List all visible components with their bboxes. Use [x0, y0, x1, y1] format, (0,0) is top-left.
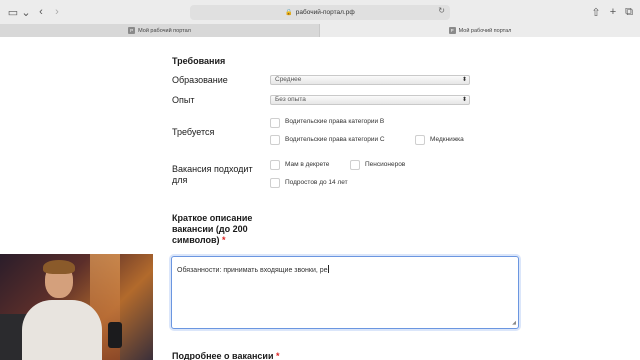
required-label: Требуется: [172, 127, 215, 137]
checkbox-label: Медкнижка: [430, 136, 464, 143]
tab-2[interactable]: Р Мой рабочий портал: [320, 24, 640, 37]
microphone: [108, 322, 122, 348]
tab-label: Мой рабочий портал: [138, 27, 191, 34]
education-label: Образование: [172, 75, 228, 85]
experience-value: Без опыта: [275, 96, 306, 103]
checkbox-label: Мам в декрете: [285, 161, 330, 168]
short-desc-label-line1: Краткое описание: [172, 213, 253, 223]
back-icon[interactable]: ‹: [36, 4, 46, 20]
education-value: Среднее: [275, 76, 302, 83]
experience-label: Опыт: [172, 95, 195, 105]
education-select[interactable]: Среднее ⬍: [270, 75, 470, 85]
short-desc-label-line3: символов) *: [172, 235, 226, 245]
select-arrows-icon: ⬍: [461, 97, 467, 103]
browser-toolbar: ▭ ⌄ ‹ › 🔒 рабочий-портал.рф ↻ ⇧ + ⧉: [0, 0, 640, 24]
tab-1[interactable]: Р Мой рабочий портал: [0, 24, 320, 37]
checkbox-medbook[interactable]: [415, 135, 425, 145]
address-text: рабочий-портал.рф: [295, 9, 355, 16]
checkbox-label: Водительские права категории C: [285, 136, 385, 143]
new-tab-icon[interactable]: +: [607, 4, 619, 20]
tab-overview-icon[interactable]: ⧉: [623, 4, 635, 20]
section-title: Требования: [172, 56, 226, 66]
webcam-overlay: [0, 254, 153, 360]
sidebar-chevron-icon[interactable]: ⌄: [21, 4, 30, 20]
sidebar-toggle-icon[interactable]: ▭: [6, 4, 20, 20]
checkbox-teens[interactable]: [270, 178, 280, 188]
text-caret: [327, 265, 329, 273]
required-asterisk: *: [222, 235, 226, 245]
experience-select[interactable]: Без опыта ⬍: [270, 95, 470, 105]
checkbox-label: Пенсионеров: [365, 161, 406, 168]
more-about-text: Подробнее о вакансии: [172, 351, 274, 360]
browser-chrome: ▭ ⌄ ‹ › 🔒 рабочий-портал.рф ↻ ⇧ + ⧉ Р Мо…: [0, 0, 640, 37]
tab-bar: Р Мой рабочий портал Р Мой рабочий порта…: [0, 24, 640, 37]
checkbox-label: Подростов до 14 лет: [285, 179, 348, 186]
suitable-label-line1: Вакансия подходит: [172, 164, 253, 174]
checkbox-label: Водительские права категории B: [285, 118, 385, 125]
required-asterisk: *: [276, 351, 280, 360]
presenter-body: [22, 300, 102, 360]
short-desc-label-line2: вакансии (до 200: [172, 224, 248, 234]
presenter-hair: [43, 260, 75, 274]
short-description-textarea[interactable]: Обязанности: принимать входящие звонки, …: [171, 256, 519, 329]
forward-icon[interactable]: ›: [52, 4, 62, 20]
checkbox-license-b[interactable]: [270, 118, 280, 128]
address-bar[interactable]: 🔒 рабочий-портал.рф ↻: [190, 5, 450, 20]
tab-label: Мой рабочий портал: [458, 27, 512, 34]
reload-icon[interactable]: ↻: [438, 6, 445, 15]
more-about-label: Подробнее о вакансии *: [172, 351, 280, 360]
checkbox-pensioners[interactable]: [350, 160, 360, 170]
resize-handle-icon[interactable]: ◢: [512, 320, 516, 326]
suitable-label-line2: для: [172, 175, 188, 185]
share-icon[interactable]: ⇧: [590, 4, 602, 20]
favicon-icon: Р: [128, 27, 136, 34]
select-arrows-icon: ⬍: [461, 77, 467, 83]
checkbox-maternity[interactable]: [270, 160, 280, 170]
short-desc-label-text: символов): [172, 235, 220, 245]
favicon-icon: Р: [448, 27, 456, 34]
lock-icon: 🔒: [285, 10, 293, 16]
checkbox-license-c[interactable]: [270, 135, 280, 145]
textarea-value: Обязанности: принимать входящие звонки, …: [177, 267, 328, 274]
